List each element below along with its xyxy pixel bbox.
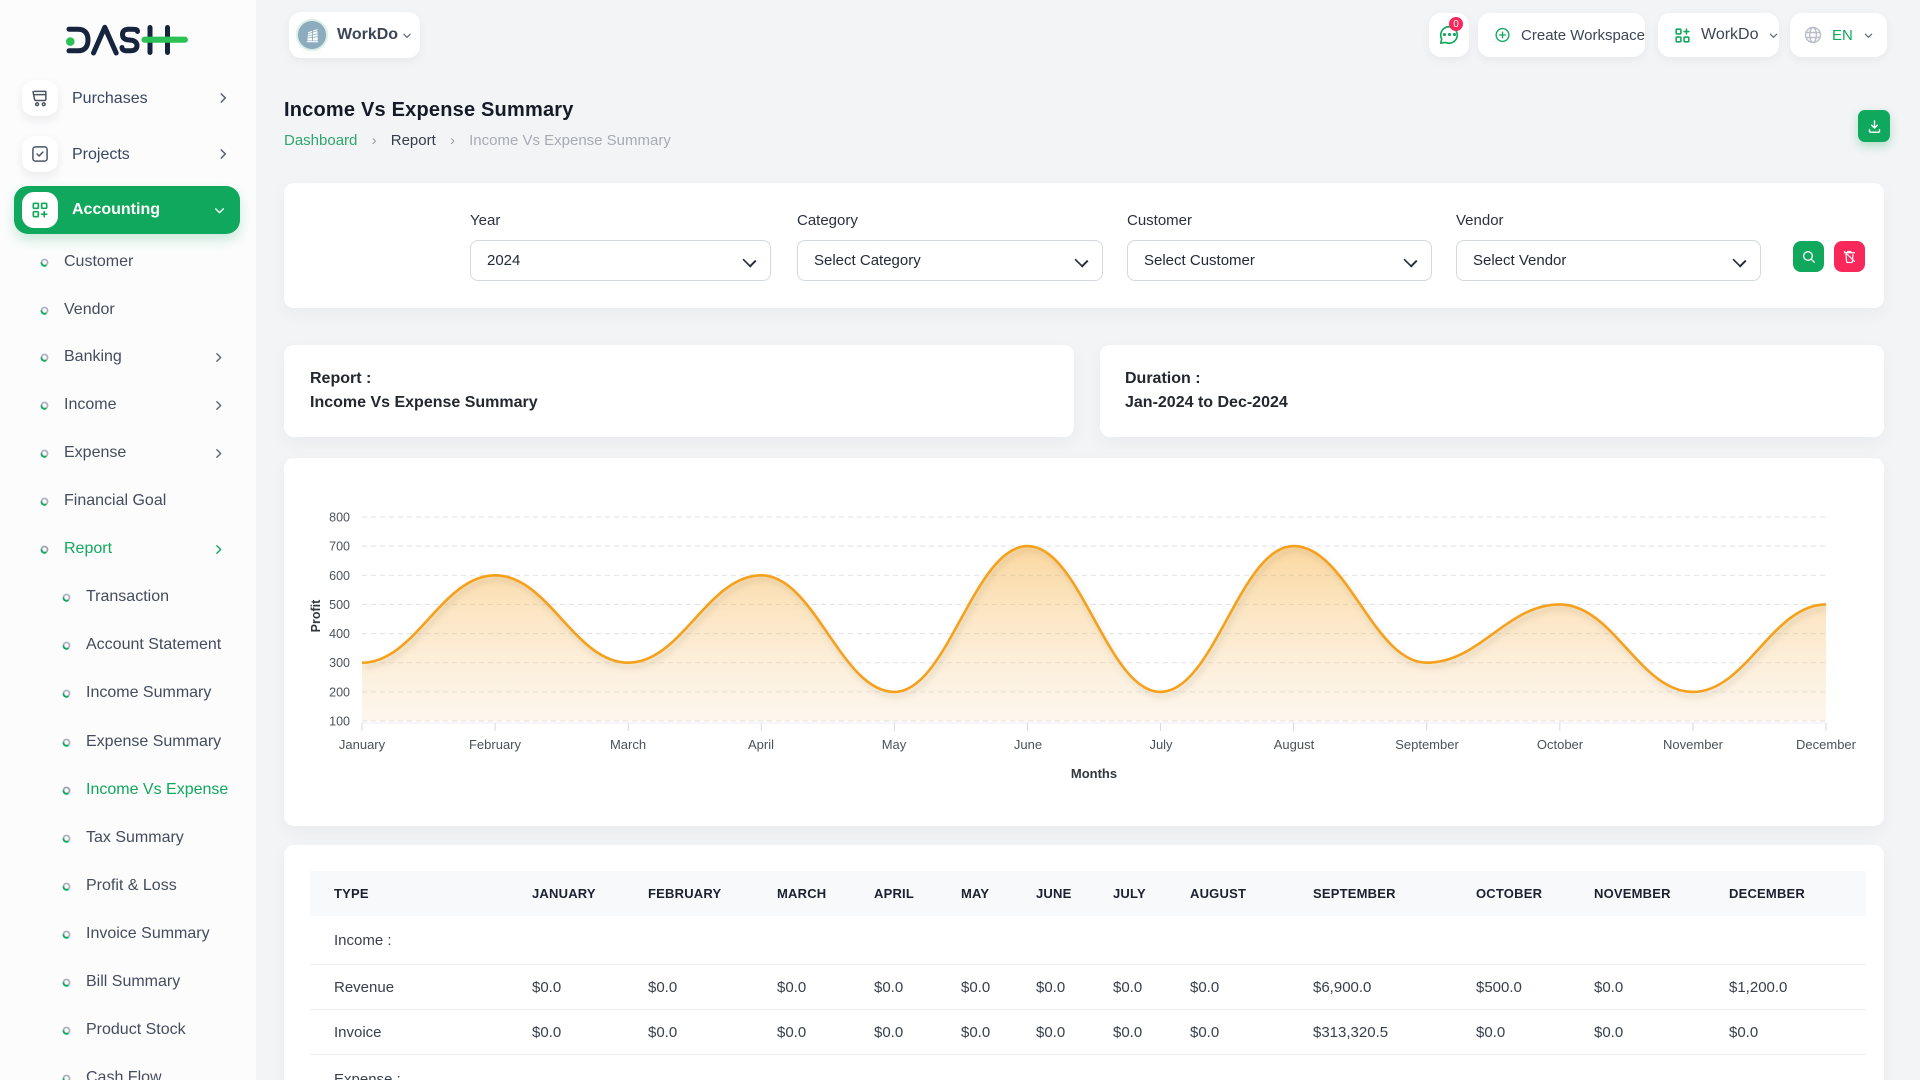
svg-text:August: August [1274,737,1315,752]
svg-text:400: 400 [329,627,350,641]
svg-text:April: April [748,737,774,752]
svg-text:600: 600 [329,569,350,583]
svg-text:November: November [1663,737,1724,752]
svg-text:March: March [610,737,646,752]
svg-text:June: June [1014,737,1042,752]
svg-text:July: July [1149,737,1173,752]
svg-text:December: December [1796,737,1857,752]
svg-text:Profit: Profit [309,599,323,632]
svg-text:May: May [882,737,907,752]
svg-text:200: 200 [329,685,350,699]
svg-text:January: January [339,737,386,752]
svg-text:800: 800 [329,511,350,525]
svg-text:300: 300 [329,656,350,670]
svg-text:500: 500 [329,598,350,612]
svg-text:100: 100 [329,715,350,729]
svg-text:October: October [1537,737,1584,752]
svg-text:February: February [469,737,522,752]
svg-text:Months: Months [1071,766,1117,781]
svg-text:700: 700 [329,540,350,554]
svg-text:September: September [1395,737,1459,752]
